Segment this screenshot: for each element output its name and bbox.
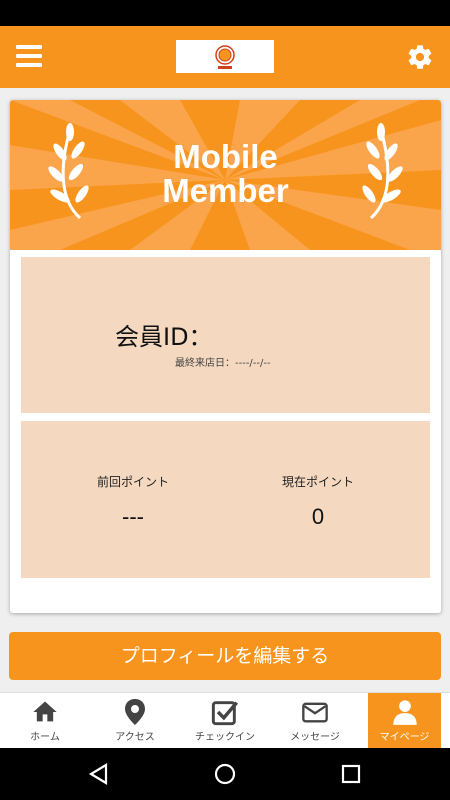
menu-line [16,63,42,67]
tab-label: チェックイン [195,732,255,743]
tab-access[interactable]: アクセス [90,693,180,749]
home-circle-icon[interactable] [213,762,237,786]
tab-label: アクセス [115,732,155,743]
recents-square-icon[interactable] [339,762,363,786]
checkin-icon [211,701,239,726]
banner-title: Mobile Member [10,140,441,208]
previous-points: 前回ポイント --- [43,473,223,530]
gear-icon [408,45,432,69]
last-visit-value: ----/--/-- [235,358,271,369]
member-banner: Mobile Member [10,100,441,250]
menu-button[interactable] [16,45,44,69]
back-triangle-icon[interactable] [87,762,111,786]
tab-label: マイページ [379,732,430,743]
last-visit-label: 最終来店日： [175,358,235,369]
current-points-value: 0 [311,504,325,529]
tab-message[interactable]: メッセージ [270,693,360,749]
bottom-tab-bar: ホーム アクセス チェックイン メッセージ マイページ [0,692,450,749]
status-bar [0,0,450,26]
user-icon [392,700,417,725]
home-icon [33,701,57,722]
tab-label: ホーム [30,732,60,743]
logo-emblem-icon [215,45,235,69]
member-card: Mobile Member 会員ID： 最終来店日：----/--/-- 前回ポ… [10,100,441,613]
banner-title-line2: Member [162,172,289,209]
current-points-label: 現在ポイント [281,475,354,489]
member-id-label: 会員ID： [115,323,213,351]
system-nav-bar [0,748,450,800]
current-points: 現在ポイント 0 [228,473,408,530]
shop-logo[interactable] [176,40,274,73]
hamburger-menu-icon [16,45,42,49]
map-pin-icon [125,699,145,725]
edit-profile-button[interactable]: プロフィールを編集する [9,632,441,680]
tab-home[interactable]: ホーム [0,693,90,749]
mail-icon [302,702,328,723]
settings-button[interactable] [406,43,434,71]
tab-checkin[interactable]: チェックイン [180,693,270,749]
tab-mypage[interactable]: マイページ [368,693,441,749]
menu-line [16,54,42,58]
app-bar [0,26,450,88]
previous-points-value: --- [122,504,144,529]
tab-label: メッセージ [290,732,340,743]
member-id-panel: 会員ID： 最終来店日：----/--/-- [21,257,430,413]
points-panel: 前回ポイント --- 現在ポイント 0 [21,421,430,578]
banner-title-line1: Mobile [173,138,278,175]
last-visit: 最終来店日：----/--/-- [175,354,271,369]
previous-points-label: 前回ポイント [96,475,169,489]
